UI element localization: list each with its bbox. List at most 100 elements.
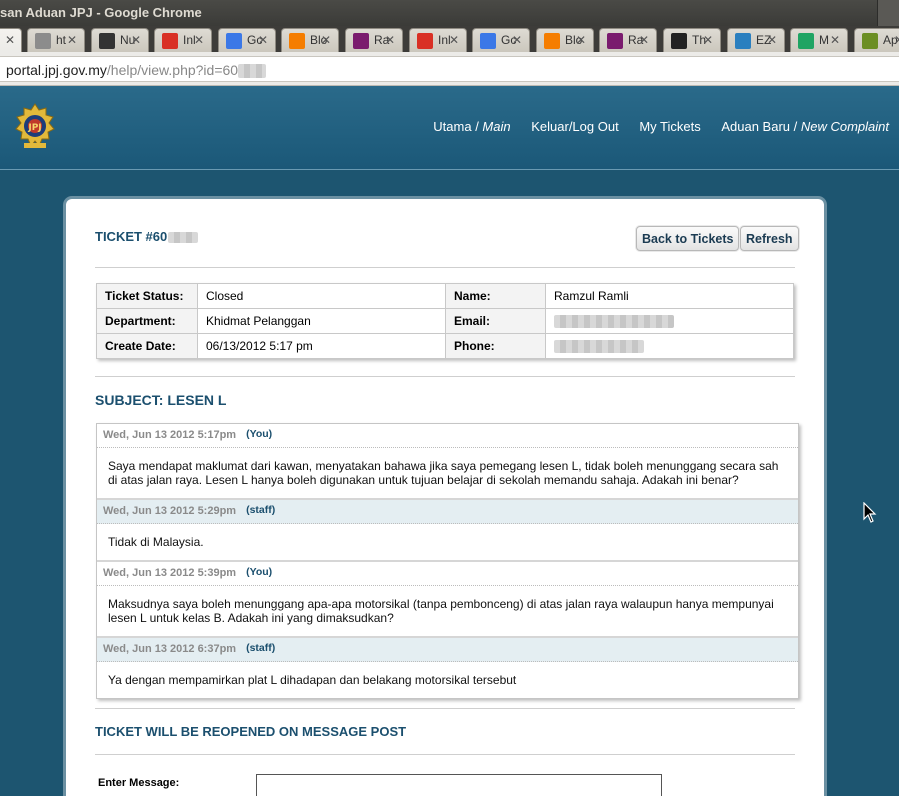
message-thread: Wed, Jun 13 2012 5:17pm (You) Saya mendapa…: [96, 423, 799, 699]
nav-new-complaint-label-en: New Complaint: [800, 119, 889, 134]
browser-tab[interactable]: ht ✕: [27, 28, 85, 52]
message-header: Wed, Jun 13 2012 5:29pm (staff): [97, 500, 798, 524]
tab-close-icon[interactable]: ✕: [321, 33, 331, 47]
create-date-label: Create Date:: [96, 333, 198, 359]
tab-close-icon[interactable]: ✕: [894, 33, 899, 47]
tab-close-icon[interactable]: ✕: [576, 33, 586, 47]
department-label: Department:: [96, 308, 198, 334]
redacted-ticket-id: [168, 232, 199, 244]
status-value: Closed: [197, 283, 446, 309]
refresh-button[interactable]: Refresh: [740, 226, 799, 251]
tab-close-icon[interactable]: ✕: [512, 33, 522, 47]
reopen-notice: TICKET WILL BE REOPENED ON MESSAGE POST: [95, 724, 407, 739]
google-reader-icon: [480, 33, 496, 49]
message-author: (staff): [246, 642, 276, 654]
tab-close-icon[interactable]: ✕: [449, 33, 459, 47]
github-icon: [99, 33, 115, 49]
browser-tab[interactable]: Blo ✕: [536, 28, 594, 52]
phone-label: Phone:: [445, 333, 546, 359]
browser-tab[interactable]: Gc ✕: [472, 28, 530, 52]
browser-tab[interactable]: M ✕: [790, 28, 848, 52]
browser-tab[interactable]: Inl ✕: [154, 28, 212, 52]
message-author: (staff): [246, 504, 276, 516]
browser-tab[interactable]: Inl ✕: [409, 28, 467, 52]
browser-tab[interactable]: Blo ✕: [281, 28, 339, 52]
message-header: Wed, Jun 13 2012 5:39pm (You): [97, 562, 798, 586]
message-date: Wed, Jun 13 2012 5:29pm: [103, 505, 237, 517]
ticket-title: TICKET #60: [95, 229, 199, 244]
apps-icon: [862, 33, 878, 49]
tab-close-icon[interactable]: ✕: [131, 33, 141, 47]
tab-close-icon[interactable]: ✕: [67, 33, 77, 47]
browser-tab[interactable]: Ra ✕: [345, 28, 403, 52]
nav-main-label-en: Main: [482, 119, 511, 134]
tab-close-icon[interactable]: ✕: [194, 33, 204, 47]
back-to-tickets-button[interactable]: Back to Tickets: [636, 226, 740, 251]
nav-my-tickets-label: My Tickets: [639, 119, 701, 134]
ticket-info-table: Ticket Status: Closed Name: Ramzul Ramli…: [96, 283, 794, 359]
ra-icon: [353, 33, 369, 49]
blogger-icon: [544, 33, 560, 49]
nav-my-tickets[interactable]: My Tickets: [639, 119, 700, 134]
tab-close-icon[interactable]: ✕: [5, 33, 15, 47]
department-value: Khidmat Pelanggan: [197, 308, 446, 334]
drive-icon: [798, 33, 814, 49]
enter-message-label: Enter Message:: [98, 777, 180, 789]
message-date: Wed, Jun 13 2012 5:39pm: [103, 567, 237, 579]
mouse-cursor-icon: [863, 502, 877, 523]
tab-close-icon[interactable]: ✕: [385, 33, 395, 47]
message-author: (You): [246, 566, 273, 578]
tab-close-icon[interactable]: ✕: [258, 33, 268, 47]
ticket-card: TICKET #60 Back to Tickets Refresh Ticke…: [66, 199, 824, 796]
url-host: portal.jpj.gov.my: [6, 62, 107, 78]
name-label: Name:: [445, 283, 546, 309]
message-body: Tidak di Malaysia.: [97, 524, 798, 562]
url-input[interactable]: portal.jpj.gov.my/help/view.php?id=60: [0, 56, 899, 82]
divider: [95, 376, 795, 377]
message-author: (You): [246, 428, 273, 440]
status-label: Ticket Status:: [96, 283, 198, 309]
nav-new-complaint-label: Aduan Baru /: [721, 119, 801, 134]
ez-icon: [735, 33, 751, 49]
tab-close-icon[interactable]: ✕: [830, 33, 840, 47]
window-control-button[interactable]: [877, 0, 899, 26]
svg-text:JPJ: JPJ: [27, 123, 41, 133]
gmail-icon: [417, 33, 433, 49]
nav-main[interactable]: Utama / Main: [433, 119, 510, 134]
ticket-subject: SUBJECT: LESEN L: [95, 392, 227, 408]
ra-icon: [607, 33, 623, 49]
email-label: Email:: [445, 308, 546, 334]
gmail-icon: [162, 33, 178, 49]
phone-value: [545, 333, 794, 359]
nav-new-complaint[interactable]: Aduan Baru / New Complaint: [721, 119, 889, 134]
table-row: Ticket Status: Closed Name: Ramzul Ramli: [96, 283, 794, 309]
tab-close-icon[interactable]: ✕: [639, 33, 649, 47]
browser-tab[interactable]: Gc ✕: [218, 28, 276, 52]
tab-close-icon[interactable]: ✕: [703, 33, 713, 47]
browser-tab[interactable]: EZ ✕: [727, 28, 785, 52]
message-header: Wed, Jun 13 2012 6:37pm (staff): [97, 638, 798, 662]
divider: [95, 267, 795, 268]
tab-close-icon[interactable]: ✕: [767, 33, 777, 47]
globe-icon: [35, 33, 51, 49]
browser-tab[interactable]: Th ✕: [663, 28, 721, 52]
tab-active[interactable]: ✕: [0, 28, 22, 52]
browser-tab[interactable]: Nu ✕: [91, 28, 149, 52]
jpj-logo-icon: JPJ: [15, 103, 55, 148]
redacted-id: [238, 64, 267, 79]
browser-tab[interactable]: Ap ✕: [854, 28, 899, 52]
message-header: Wed, Jun 13 2012 5:17pm (You): [97, 424, 798, 448]
url-text: portal.jpj.gov.my/help/view.php?id=60: [6, 62, 267, 79]
message-date: Wed, Jun 13 2012 5:17pm: [103, 429, 237, 441]
message-input[interactable]: [256, 774, 662, 796]
terminal-icon: [671, 33, 687, 49]
name-value: Ramzul Ramli: [545, 283, 794, 309]
blogger-icon: [289, 33, 305, 49]
address-bar: portal.jpj.gov.my/help/view.php?id=60: [0, 52, 899, 86]
nav-logout[interactable]: Keluar/Log Out: [531, 119, 618, 134]
window-titlebar: san Aduan JPJ - Google Chrome: [0, 0, 899, 26]
tab-strip: ✕ ht ✕ Nu ✕ Inl ✕ Gc ✕ Blo ✕ Ra ✕ Inl ✕ Gc ✕ Blo ✕ Ra ✕ Th ✕ E…: [0, 26, 899, 52]
divider: [95, 708, 795, 709]
browser-tab[interactable]: Ra ✕: [599, 28, 657, 52]
redacted-phone: [554, 340, 644, 354]
